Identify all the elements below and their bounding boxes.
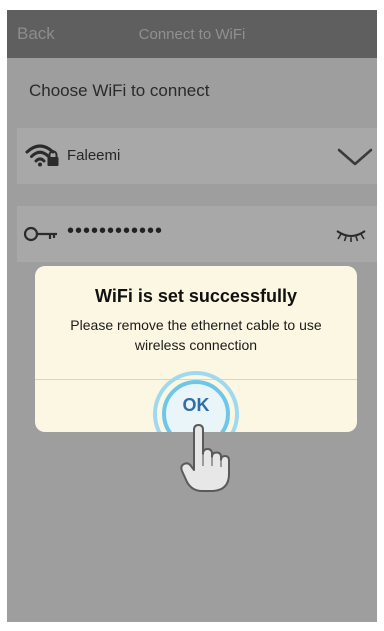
wifi-lock-icon xyxy=(25,144,59,167)
key-icon xyxy=(23,226,57,242)
app-screen: Back Connect to WiFi Choose WiFi to conn… xyxy=(7,10,377,622)
tap-hand-icon xyxy=(180,424,230,492)
wifi-select[interactable]: Faleemi xyxy=(17,128,377,184)
choose-wifi-label: Choose WiFi to connect xyxy=(29,81,210,100)
password-field[interactable]: •••••••••••• xyxy=(17,206,377,262)
page: Back Connect to WiFi Choose WiFi to conn… xyxy=(0,0,384,631)
chevron-down-icon[interactable] xyxy=(337,148,373,166)
page-title: Connect to WiFi xyxy=(138,26,246,43)
password-value: •••••••••••• xyxy=(67,220,164,242)
eye-closed-icon[interactable] xyxy=(335,226,367,242)
dialog-message: Please remove the ethernet cable to use … xyxy=(70,317,322,353)
dialog-title: WiFi is set successfully xyxy=(95,286,297,306)
success-dialog: WiFi is set successfully Please remove t… xyxy=(35,266,357,432)
wifi-name: Faleemi xyxy=(67,147,121,164)
nav-bar: Back Connect to WiFi xyxy=(7,10,377,58)
